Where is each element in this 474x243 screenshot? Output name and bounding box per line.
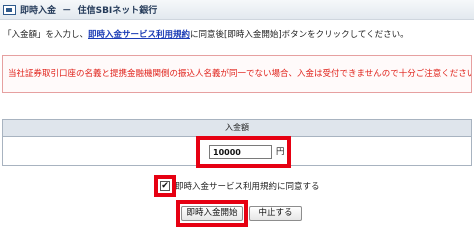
window-icon	[3, 4, 16, 15]
cancel-button[interactable]: 中止する	[249, 206, 302, 221]
agree-label: 即時入金サービス利用規約に同意する	[175, 182, 320, 192]
window-titlebar: 即時入金 － 住信SBIネット銀行	[0, 0, 474, 20]
instruction-text: 「入金額」を入力し、即時入金サービス利用規約に同意後[即時入金開始]ボタンをクリ…	[3, 30, 409, 40]
window-title: 即時入金 － 住信SBIネット銀行	[20, 6, 158, 16]
checkbox-highlight	[154, 175, 176, 197]
start-button-highlight	[176, 200, 248, 227]
amount-highlight	[196, 136, 291, 168]
warning-notice: 当社証券取引口座の名義と提携金融機関側の振込人名義が同一でない場合、入金は受付で…	[2, 55, 472, 93]
amount-header: 入金額	[3, 120, 471, 137]
terms-link[interactable]: 即時入金サービス利用規約	[88, 30, 190, 40]
